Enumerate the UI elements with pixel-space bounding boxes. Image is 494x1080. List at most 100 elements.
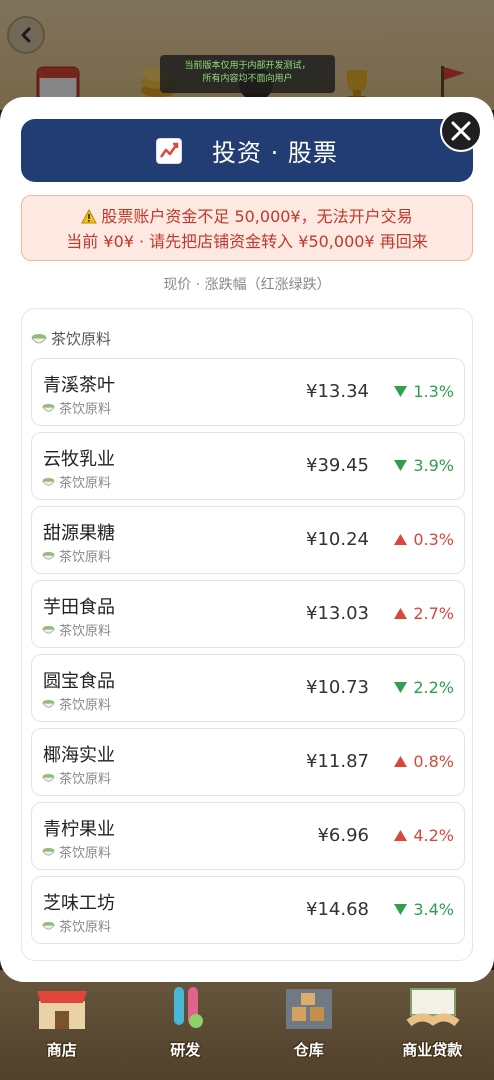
tea-bowl-icon: [42, 477, 55, 486]
triangle-up-icon: [394, 756, 408, 767]
chart-up-icon: [156, 137, 183, 164]
stock-price: ¥6.96: [317, 825, 369, 846]
stock-change: 4.2%: [394, 826, 454, 845]
bottom-nav: 商店 研发 仓库 商业贷款: [0, 978, 494, 1080]
stock-change-value: 2.7%: [413, 604, 454, 623]
stock-category: 茶饮原料: [42, 916, 111, 935]
nav-label: 研发: [170, 1041, 201, 1059]
stock-category-label: 茶饮原料: [59, 772, 112, 787]
stock-category: 茶饮原料: [42, 620, 111, 639]
stock-price: ¥10.24: [306, 529, 369, 550]
dev-notice-line: 当前版本仅用于内部开发测试，: [184, 61, 311, 71]
stock-change-value: 1.3%: [413, 382, 454, 401]
warehouse-icon: [278, 981, 340, 1033]
stock-change: 3.9%: [394, 456, 454, 475]
stock-category: 茶饮原料: [42, 694, 111, 713]
shop-icon: [31, 981, 93, 1033]
nav-shop[interactable]: 商店: [0, 978, 124, 1080]
tea-bowl-icon: [42, 773, 55, 782]
tea-bowl-icon: [42, 847, 55, 856]
stock-category: 茶饮原料: [42, 472, 111, 491]
stock-row[interactable]: 云牧乳业茶饮原料 ¥39.45 3.9%: [31, 432, 465, 500]
nav-research[interactable]: 研发: [124, 978, 248, 1080]
stock-price: ¥14.68: [306, 899, 369, 920]
stock-price: ¥10.73: [306, 677, 369, 698]
stock-name: 芋田食品: [43, 597, 115, 618]
stock-row[interactable]: 芋田食品茶饮原料 ¥13.03 2.7%: [31, 580, 465, 648]
stock-name: 云牧乳业: [43, 449, 115, 470]
warning-box: 股票账户资金不足 50,000¥，无法开户交易 当前 ¥0¥ · 请先把店铺资金…: [21, 195, 473, 261]
research-icon: [154, 981, 216, 1033]
triangle-down-icon: [394, 386, 408, 397]
nav-label: 商业贷款: [402, 1041, 463, 1059]
stock-row[interactable]: 甜源果糖茶饮原料 ¥10.24 0.3%: [31, 506, 465, 574]
warning-icon: [81, 209, 98, 224]
stock-name: 芝味工坊: [43, 893, 115, 914]
nav-warehouse[interactable]: 仓库: [247, 978, 371, 1080]
stock-change: 2.7%: [394, 604, 454, 623]
tea-bowl-icon: [42, 699, 55, 708]
stock-change: 1.3%: [394, 382, 454, 401]
stock-category: 茶饮原料: [42, 546, 111, 565]
stock-change-value: 0.3%: [413, 530, 454, 549]
stock-change-value: 3.9%: [413, 456, 454, 475]
stock-category: 茶饮原料: [42, 398, 111, 417]
nav-label: 商店: [46, 1041, 77, 1059]
dev-notice: 当前版本仅用于内部开发测试， 所有内容均不面向用户: [160, 55, 335, 93]
stock-modal: 投资 · 股票 股票账户资金不足 50,000¥，无法开户交易 当前 ¥0¥ ·…: [0, 97, 494, 982]
stock-change-value: 3.4%: [413, 900, 454, 919]
stock-category-label: 茶饮原料: [59, 402, 112, 417]
category-header: 茶饮原料: [31, 328, 111, 349]
tea-bowl-icon: [31, 333, 47, 343]
warning-text: 股票账户资金不足 50,000¥，无法开户交易: [101, 207, 413, 226]
tea-bowl-icon: [42, 403, 55, 412]
stock-category-label: 茶饮原料: [59, 698, 112, 713]
close-icon: [451, 121, 471, 141]
stock-name: 椰海实业: [43, 745, 115, 766]
triangle-up-icon: [394, 608, 408, 619]
stock-category: 茶饮原料: [42, 842, 111, 861]
stock-category-label: 茶饮原料: [59, 550, 112, 565]
stock-row[interactable]: 芝味工坊茶饮原料 ¥14.68 3.4%: [31, 876, 465, 944]
stock-category: 茶饮原料: [42, 768, 111, 787]
stock-list-panel: 茶饮原料 青溪茶叶 茶饮原料 ¥13.34 1.3% 云牧乳业 茶饮原料 ¥39.45 3.9…: [21, 308, 473, 961]
triangle-down-icon: [394, 460, 408, 471]
triangle-up-icon: [394, 534, 408, 545]
tea-bowl-icon: [42, 625, 55, 634]
stock-price: ¥13.03: [306, 603, 369, 624]
stock-change-value: 4.2%: [413, 826, 454, 845]
stock-row[interactable]: 圆宝食品茶饮原料 ¥10.73 2.2%: [31, 654, 465, 722]
stock-change-value: 0.8%: [413, 752, 454, 771]
modal-title-bar: 投资 · 股票: [21, 119, 473, 182]
stock-name: 青溪茶叶: [43, 375, 115, 396]
modal-title: 投资 · 股票: [212, 139, 338, 167]
warning-text: 当前 ¥0¥ · 请先把店铺资金转入 ¥50,000¥ 再回来: [66, 232, 428, 251]
stock-price: ¥13.34: [306, 381, 369, 402]
stock-change: 2.2%: [394, 678, 454, 697]
stock-row[interactable]: 青溪茶叶茶饮原料 ¥13.34 1.3%: [31, 358, 465, 426]
stock-price: ¥11.87: [306, 751, 369, 772]
close-button[interactable]: [440, 110, 482, 152]
stock-name: 青柠果业: [43, 819, 115, 840]
stock-category-label: 茶饮原料: [59, 476, 112, 491]
triangle-down-icon: [394, 682, 408, 693]
stock-category-label: 茶饮原料: [59, 920, 112, 935]
tea-bowl-icon: [42, 551, 55, 560]
stock-change: 3.4%: [394, 900, 454, 919]
stock-change-value: 2.2%: [413, 678, 454, 697]
stock-category-label: 茶饮原料: [59, 624, 112, 639]
stock-name: 甜源果糖: [43, 523, 115, 544]
loan-icon: [401, 981, 463, 1033]
stock-row[interactable]: 青柠果业茶饮原料 ¥6.96 4.2%: [31, 802, 465, 870]
list-subtitle: 现价 · 涨跌幅（红涨绿跌）: [163, 277, 331, 293]
tea-bowl-icon: [42, 921, 55, 930]
triangle-down-icon: [394, 904, 408, 915]
stock-price: ¥39.45: [306, 455, 369, 476]
triangle-up-icon: [394, 830, 408, 841]
dev-notice-line: 所有内容均不面向用户: [202, 74, 293, 84]
nav-loan[interactable]: 商业贷款: [371, 978, 494, 1080]
stock-category-label: 茶饮原料: [59, 846, 112, 861]
stock-row[interactable]: 椰海实业茶饮原料 ¥11.87 0.8%: [31, 728, 465, 796]
stock-name: 圆宝食品: [43, 671, 115, 692]
category-label: 茶饮原料: [51, 330, 112, 348]
